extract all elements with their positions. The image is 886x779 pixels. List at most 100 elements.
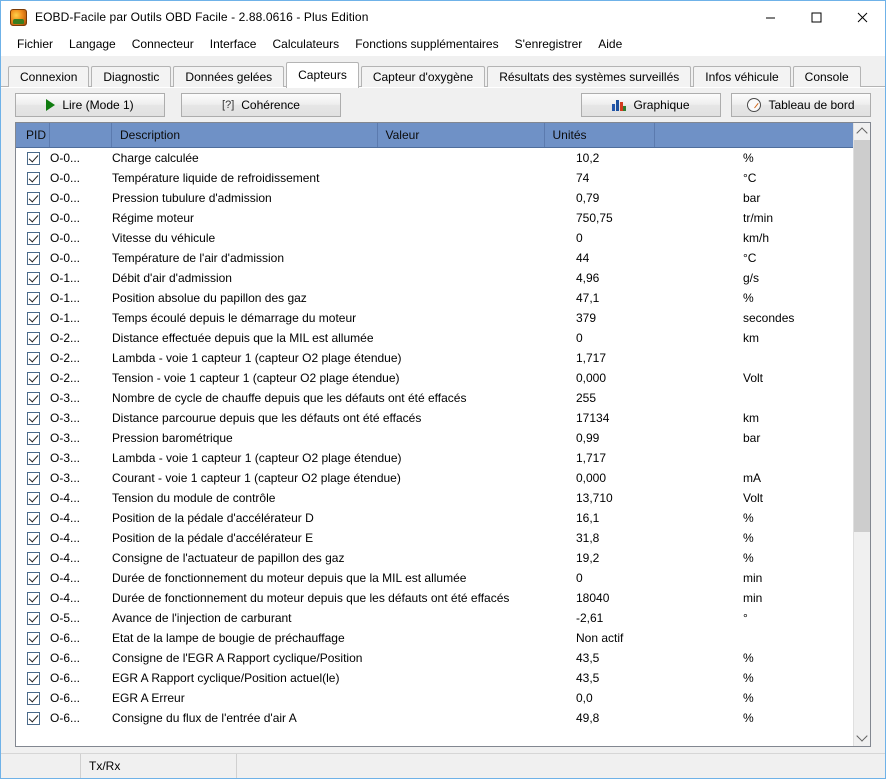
row-checkbox-cell[interactable] bbox=[16, 152, 50, 165]
table-row[interactable]: O-0...Charge calculée10,2% bbox=[16, 148, 853, 168]
row-checkbox-cell[interactable] bbox=[16, 492, 50, 505]
row-checkbox[interactable] bbox=[27, 712, 40, 725]
table-row[interactable]: O-1...Débit d'air d'admission4,96g/s bbox=[16, 268, 853, 288]
table-row[interactable]: O-1...Temps écoulé depuis le démarrage d… bbox=[16, 308, 853, 328]
table-row[interactable]: O-4...Position de la pédale d'accélérate… bbox=[16, 528, 853, 548]
row-checkbox[interactable] bbox=[27, 512, 40, 525]
row-checkbox[interactable] bbox=[27, 492, 40, 505]
row-checkbox-cell[interactable] bbox=[16, 532, 50, 545]
table-row[interactable]: O-0...Température de l'air d'admission44… bbox=[16, 248, 853, 268]
column-header-description[interactable]: Description bbox=[112, 123, 378, 147]
row-checkbox[interactable] bbox=[27, 612, 40, 625]
row-checkbox[interactable] bbox=[27, 172, 40, 185]
row-checkbox-cell[interactable] bbox=[16, 292, 50, 305]
table-row[interactable]: O-6...Etat de la lampe de bougie de préc… bbox=[16, 628, 853, 648]
row-checkbox-cell[interactable] bbox=[16, 452, 50, 465]
column-header-pid[interactable]: PID bbox=[16, 123, 112, 147]
table-row[interactable]: O-6...EGR A Rapport cyclique/Position ac… bbox=[16, 668, 853, 688]
row-checkbox[interactable] bbox=[27, 392, 40, 405]
row-checkbox-cell[interactable] bbox=[16, 372, 50, 385]
menu-item-interface[interactable]: Interface bbox=[202, 35, 265, 53]
table-row[interactable]: O-6...EGR A Erreur0,0% bbox=[16, 688, 853, 708]
tab-resultats-systemes-surveilles[interactable]: Résultats des systèmes surveillés bbox=[487, 66, 691, 87]
row-checkbox[interactable] bbox=[27, 652, 40, 665]
dashboard-button[interactable]: Tableau de bord bbox=[731, 93, 871, 117]
maximize-button[interactable] bbox=[793, 1, 839, 33]
scroll-down-button[interactable] bbox=[854, 729, 870, 746]
row-checkbox[interactable] bbox=[27, 592, 40, 605]
table-row[interactable]: O-4...Durée de fonctionnement du moteur … bbox=[16, 588, 853, 608]
tab-connexion[interactable]: Connexion bbox=[8, 66, 89, 87]
table-row[interactable]: O-5...Avance de l'injection de carburant… bbox=[16, 608, 853, 628]
row-checkbox-cell[interactable] bbox=[16, 592, 50, 605]
row-checkbox[interactable] bbox=[27, 152, 40, 165]
menu-item-connecteur[interactable]: Connecteur bbox=[124, 35, 202, 53]
scroll-thumb[interactable] bbox=[854, 140, 870, 532]
table-row[interactable]: O-1...Position absolue du papillon des g… bbox=[16, 288, 853, 308]
table-row[interactable]: O-0...Vitesse du véhicule0km/h bbox=[16, 228, 853, 248]
read-mode1-button[interactable]: Lire (Mode 1) bbox=[15, 93, 165, 117]
row-checkbox-cell[interactable] bbox=[16, 252, 50, 265]
row-checkbox[interactable] bbox=[27, 412, 40, 425]
table-row[interactable]: O-3...Courant - voie 1 capteur 1 (capteu… bbox=[16, 468, 853, 488]
row-checkbox[interactable] bbox=[27, 272, 40, 285]
tab-console[interactable]: Console bbox=[793, 66, 861, 87]
row-checkbox[interactable] bbox=[27, 552, 40, 565]
row-checkbox[interactable] bbox=[27, 532, 40, 545]
menu-item-senregistrer[interactable]: S'enregistrer bbox=[507, 35, 591, 53]
scroll-up-button[interactable] bbox=[854, 123, 870, 140]
row-checkbox[interactable] bbox=[27, 572, 40, 585]
row-checkbox-cell[interactable] bbox=[16, 192, 50, 205]
row-checkbox[interactable] bbox=[27, 372, 40, 385]
table-row[interactable]: O-3...Nombre de cycle de chauffe depuis … bbox=[16, 388, 853, 408]
row-checkbox-cell[interactable] bbox=[16, 552, 50, 565]
row-checkbox-cell[interactable] bbox=[16, 612, 50, 625]
row-checkbox[interactable] bbox=[27, 672, 40, 685]
row-checkbox-cell[interactable] bbox=[16, 232, 50, 245]
menu-item-calculateurs[interactable]: Calculateurs bbox=[264, 35, 347, 53]
column-header-unites[interactable]: Unités bbox=[545, 123, 655, 147]
row-checkbox-cell[interactable] bbox=[16, 572, 50, 585]
table-row[interactable]: O-2...Lambda - voie 1 capteur 1 (capteur… bbox=[16, 348, 853, 368]
menu-item-fichier[interactable]: Fichier bbox=[9, 35, 61, 53]
table-row[interactable]: O-0...Température liquide de refroidisse… bbox=[16, 168, 853, 188]
row-checkbox-cell[interactable] bbox=[16, 312, 50, 325]
row-checkbox[interactable] bbox=[27, 232, 40, 245]
row-checkbox-cell[interactable] bbox=[16, 392, 50, 405]
row-checkbox-cell[interactable] bbox=[16, 172, 50, 185]
row-checkbox-cell[interactable] bbox=[16, 632, 50, 645]
row-checkbox[interactable] bbox=[27, 252, 40, 265]
row-checkbox-cell[interactable] bbox=[16, 212, 50, 225]
row-checkbox[interactable] bbox=[27, 332, 40, 345]
tab-infos-vehicule[interactable]: Infos véhicule bbox=[693, 66, 790, 87]
row-checkbox[interactable] bbox=[27, 452, 40, 465]
table-row[interactable]: O-2...Distance effectuée depuis que la M… bbox=[16, 328, 853, 348]
table-row[interactable]: O-0...Régime moteur750,75tr/min bbox=[16, 208, 853, 228]
row-checkbox-cell[interactable] bbox=[16, 472, 50, 485]
menu-item-fonctions-supplementaires[interactable]: Fonctions supplémentaires bbox=[347, 35, 506, 53]
row-checkbox[interactable] bbox=[27, 292, 40, 305]
row-checkbox[interactable] bbox=[27, 192, 40, 205]
row-checkbox[interactable] bbox=[27, 432, 40, 445]
row-checkbox-cell[interactable] bbox=[16, 712, 50, 725]
tab-capteurs[interactable]: Capteurs bbox=[286, 62, 359, 88]
table-row[interactable]: O-3...Distance parcourue depuis que les … bbox=[16, 408, 853, 428]
row-checkbox-cell[interactable] bbox=[16, 412, 50, 425]
row-checkbox-cell[interactable] bbox=[16, 332, 50, 345]
row-checkbox-cell[interactable] bbox=[16, 512, 50, 525]
row-checkbox-cell[interactable] bbox=[16, 432, 50, 445]
table-row[interactable]: O-3...Lambda - voie 1 capteur 1 (capteur… bbox=[16, 448, 853, 468]
row-checkbox[interactable] bbox=[27, 352, 40, 365]
tab-donnees-gelees[interactable]: Données gelées bbox=[173, 66, 284, 87]
menu-item-aide[interactable]: Aide bbox=[590, 35, 630, 53]
row-checkbox[interactable] bbox=[27, 312, 40, 325]
row-checkbox[interactable] bbox=[27, 632, 40, 645]
table-row[interactable]: O-4...Durée de fonctionnement du moteur … bbox=[16, 568, 853, 588]
row-checkbox-cell[interactable] bbox=[16, 352, 50, 365]
tab-capteur-doxygene[interactable]: Capteur d'oxygène bbox=[361, 66, 485, 87]
row-checkbox[interactable] bbox=[27, 692, 40, 705]
scroll-track[interactable] bbox=[854, 140, 870, 729]
row-checkbox[interactable] bbox=[27, 212, 40, 225]
table-row[interactable]: O-6...Consigne du flux de l'entrée d'air… bbox=[16, 708, 853, 728]
menu-item-langage[interactable]: Langage bbox=[61, 35, 124, 53]
